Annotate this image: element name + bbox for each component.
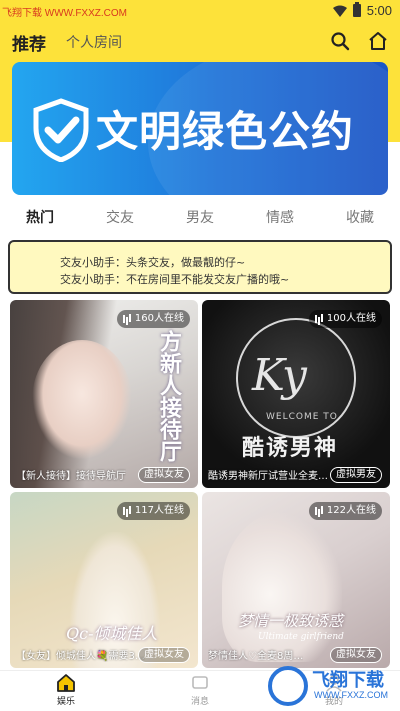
- room-card[interactable]: Qc-倾城佳人 117人在线 【女友】倾城佳人💐需要3… 虚拟女友: [10, 492, 198, 668]
- room-title: 梦情佳人♡全麦8周…: [208, 651, 304, 662]
- room-title: 【女友】倾城佳人💐需要3…: [16, 651, 145, 662]
- card-art-face: [32, 340, 132, 460]
- room-title: 【新人接待】接待导航厅: [16, 471, 126, 482]
- card-art-title: 酷诱男神: [242, 436, 339, 461]
- notice-box: 交友小助手：头条交友，做最靓的仔~ 交友小助手：不在房间里不能发交友广播的哦~: [8, 240, 392, 294]
- home-icon[interactable]: [368, 31, 388, 51]
- nav-label: 消息: [190, 697, 209, 707]
- online-count: 117人在线: [116, 502, 190, 520]
- search-icon[interactable]: [330, 31, 350, 51]
- card-art-text: Ky: [252, 350, 307, 401]
- card-art-subtext: WELCOME TO: [266, 412, 338, 422]
- top-header: 推荐 个人房间: [0, 24, 400, 58]
- watermark-brand: 飞翔下载: [312, 670, 384, 691]
- card-art-text: 梦情一极致诱惑: [238, 612, 344, 630]
- nav-messages[interactable]: 消息: [160, 673, 240, 707]
- battery-icon: [352, 2, 361, 17]
- notice-line-2: 交友小助手：不在房间里不能发交友广播的哦~: [60, 273, 290, 286]
- wifi-icon: [332, 5, 347, 17]
- tab-personal-room[interactable]: 个人房间: [66, 32, 122, 52]
- category-tabs: 热门 交友 男友 情感 收藏: [0, 205, 400, 231]
- room-card[interactable]: Ky WELCOME TO 酷诱男神 100人在线 酷诱男神新厅试营业全麦… 虚…: [202, 300, 390, 488]
- watermark-url: WWW.FXXZ.COM: [314, 690, 388, 700]
- tab-emotion[interactable]: 情感: [266, 205, 294, 231]
- tab-hot[interactable]: 热门: [26, 205, 54, 231]
- shield-check-icon: [33, 98, 89, 162]
- card-art-subtext: Ultimate girlfriend: [258, 632, 344, 642]
- message-icon: [192, 676, 208, 689]
- corner-watermark: 飞翔下载 WWW.FXXZ.COM: [268, 664, 394, 708]
- tab-boyfriend[interactable]: 男友: [186, 205, 214, 231]
- nav-label: 娱乐: [56, 697, 75, 707]
- room-card[interactable]: 梦情一极致诱惑 Ultimate girlfriend 122人在线 梦情佳人♡…: [202, 492, 390, 668]
- card-art-text: Qc-倾城佳人: [66, 624, 158, 643]
- online-count: 160人在线: [116, 310, 190, 328]
- status-time: 5:00: [366, 3, 392, 18]
- tab-favorites[interactable]: 收藏: [346, 205, 374, 231]
- card-art-text: 方新人接待厅: [156, 330, 181, 462]
- status-bar: 飞翔下载 WWW.FXXZ.COM 5:00: [0, 0, 400, 24]
- room-badge: 虚拟女友: [138, 647, 190, 663]
- nav-entertainment[interactable]: 娱乐: [26, 673, 106, 707]
- room-title: 酷诱男神新厅试营业全麦…: [208, 471, 328, 482]
- room-badge: 虚拟男友: [330, 467, 382, 483]
- status-watermark: 飞翔下载 WWW.FXXZ.COM: [2, 8, 127, 19]
- room-card[interactable]: 方新人接待厅 160人在线 【新人接待】接待导航厅 虚拟女友: [10, 300, 198, 488]
- tab-make-friends[interactable]: 交友: [106, 205, 134, 231]
- status-right: 5:00: [332, 2, 392, 18]
- tab-recommend[interactable]: 推荐: [12, 30, 46, 55]
- online-count: 100人在线: [308, 310, 382, 328]
- notice-line-1: 交友小助手：头条交友，做最靓的仔~: [60, 256, 246, 269]
- home-icon: [57, 674, 75, 692]
- room-badge: 虚拟女友: [138, 467, 190, 483]
- banner-title: 文明绿色公约: [96, 107, 355, 156]
- banner[interactable]: 文明绿色公约: [12, 62, 388, 195]
- room-badge: 虚拟女友: [330, 647, 382, 663]
- online-count: 122人在线: [308, 502, 382, 520]
- watermark-logo-icon: [268, 666, 308, 706]
